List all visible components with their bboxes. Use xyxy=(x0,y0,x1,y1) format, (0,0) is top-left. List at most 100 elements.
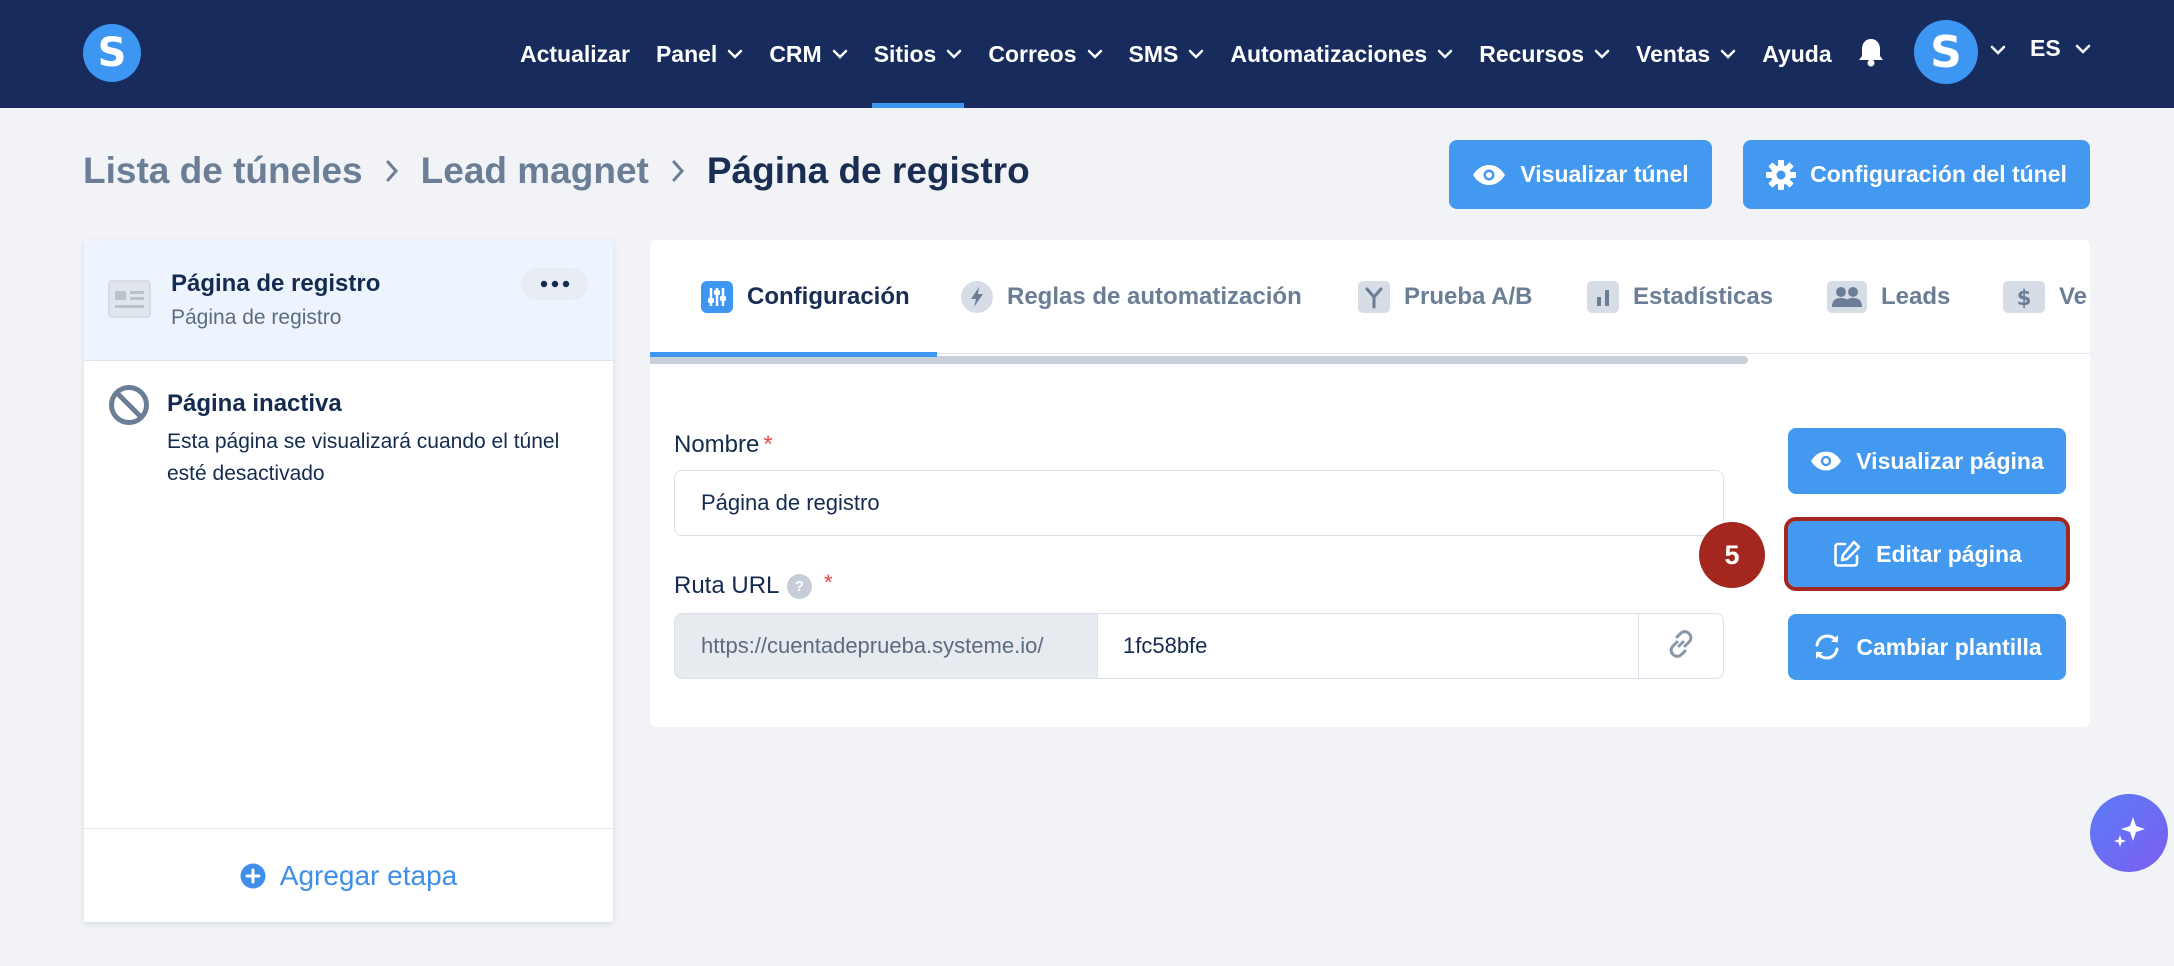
change-template-button[interactable]: Cambiar plantilla xyxy=(1788,614,2066,680)
url-slug-input[interactable]: 1fc58bfe xyxy=(1097,613,1639,679)
nav-item-ventas[interactable]: Ventas xyxy=(1636,0,1736,108)
preview-page-button[interactable]: Visualizar página xyxy=(1788,428,2066,494)
edit-icon xyxy=(1832,539,1862,569)
nav-item-ayuda[interactable]: Ayuda xyxy=(1762,0,1831,108)
step-item-registration[interactable]: Página de registro Página de registro xyxy=(84,240,613,361)
eye-icon xyxy=(1472,164,1506,186)
split-icon xyxy=(1358,281,1390,313)
ai-assistant-button[interactable] xyxy=(2090,794,2168,872)
add-step-label: Agregar etapa xyxy=(279,859,458,891)
nav-item-actualizar[interactable]: Actualizar xyxy=(520,0,630,108)
svg-text:$: $ xyxy=(2017,286,2032,310)
avatar-letter: S xyxy=(1930,26,1962,78)
page-settings-card: Configuración Reglas de automatización P… xyxy=(650,240,2090,727)
logo[interactable]: S xyxy=(83,24,141,82)
chevron-down-icon xyxy=(1087,49,1103,59)
tab-leads-label: Leads xyxy=(1881,283,1951,310)
tab-statistics[interactable]: Estadísticas xyxy=(1587,240,1773,354)
edit-page-label: Editar página xyxy=(1876,540,2022,567)
required-mark: * xyxy=(824,570,833,595)
chevron-down-icon xyxy=(1188,49,1204,59)
chevron-down-icon xyxy=(832,49,848,59)
top-navigation: S Actualizar Panel CRM Sitios Correos SMS Auto… xyxy=(0,0,2174,108)
preview-funnel-label: Visualizar túnel xyxy=(1520,161,1689,187)
tab-sales[interactable]: $ Ve xyxy=(2003,240,2087,354)
breadcrumb-funnel[interactable]: Lead magnet xyxy=(421,150,649,192)
tab-statistics-label: Estadísticas xyxy=(1633,283,1774,310)
chevron-right-icon xyxy=(671,159,685,183)
nav-item-panel[interactable]: Panel xyxy=(656,0,743,108)
edit-page-button[interactable]: Editar página xyxy=(1784,517,2070,591)
language-selector[interactable]: ES xyxy=(2030,0,2091,97)
nav-item-recursos[interactable]: Recursos xyxy=(1479,0,1610,108)
copy-link-button[interactable] xyxy=(1638,613,1724,679)
inactive-page-title[interactable]: Página inactiva xyxy=(167,390,342,418)
chevron-down-icon xyxy=(2075,44,2091,54)
nav-item-label: CRM xyxy=(769,40,822,67)
required-mark: * xyxy=(763,431,773,458)
chevron-down-icon[interactable] xyxy=(1990,42,2006,60)
name-label-text: Nombre xyxy=(674,431,760,458)
sliders-icon xyxy=(701,281,733,313)
preview-funnel-button[interactable]: Visualizar túnel xyxy=(1449,140,1712,209)
tab-scrollbar[interactable] xyxy=(650,356,1748,364)
name-label: Nombre * xyxy=(674,431,773,459)
nav-item-crm[interactable]: CRM xyxy=(769,0,847,108)
logo-letter: S xyxy=(97,30,127,76)
url-label-text: Ruta URL xyxy=(674,572,780,599)
change-template-label: Cambiar plantilla xyxy=(1856,633,2042,660)
tab-leads[interactable]: Leads xyxy=(1827,240,1950,354)
bell-icon[interactable] xyxy=(1856,36,1886,68)
preview-page-label: Visualizar página xyxy=(1856,447,2044,474)
active-tab-indicator xyxy=(650,352,937,357)
nav-item-label: Panel xyxy=(655,40,718,67)
step-subtitle: Página de registro xyxy=(171,306,342,329)
url-label: Ruta URL xyxy=(674,572,779,600)
page-title: Página de registro xyxy=(706,150,1030,191)
tab-bar: Configuración Reglas de automatización P… xyxy=(650,240,2090,364)
url-slug-value: 1fc58bfe xyxy=(1123,633,1208,658)
add-step-button[interactable]: Agregar etapa xyxy=(84,828,613,922)
bar-chart-icon xyxy=(1587,281,1619,313)
gear-icon xyxy=(1766,159,1797,190)
chevron-down-icon xyxy=(1594,49,1610,59)
nav-item-sitios[interactable]: Sitios xyxy=(871,0,964,108)
name-input-value: Página de registro xyxy=(701,490,880,515)
nav-item-correos[interactable]: Correos xyxy=(988,0,1102,108)
chevron-down-icon xyxy=(1720,49,1736,59)
chevron-down-icon xyxy=(727,49,743,59)
language-label: ES xyxy=(2030,35,2061,61)
nav-item-label: Recursos xyxy=(1479,40,1585,67)
tab-sales-label: Ve xyxy=(2059,283,2088,310)
nav-menu: Actualizar Panel CRM Sitios Correos SMS Automa… xyxy=(520,0,1858,108)
tab-configuration-label: Configuración xyxy=(747,283,910,310)
tab-ab-test[interactable]: Prueba A/B xyxy=(1358,240,1532,354)
chevron-down-icon xyxy=(1437,49,1453,59)
tab-ab-test-label: Prueba A/B xyxy=(1404,283,1533,310)
avatar[interactable]: S xyxy=(1914,20,1978,84)
disabled-icon xyxy=(108,384,150,426)
refresh-icon xyxy=(1812,632,1842,662)
page-thumbnail-icon xyxy=(108,277,151,320)
chevron-right-icon xyxy=(385,159,399,183)
breadcrumb: Lista de túneles Lead magnet Página de r… xyxy=(83,150,1030,192)
funnel-steps-panel: Página de registro Página de registro Pá… xyxy=(84,240,613,922)
dollar-icon: $ xyxy=(2003,281,2045,313)
tab-automation-rules-label: Reglas de automatización xyxy=(1007,283,1302,310)
nav-item-label: SMS xyxy=(1128,40,1179,67)
nav-item-sms[interactable]: SMS xyxy=(1129,0,1205,108)
nav-item-label: Sitios xyxy=(873,40,937,67)
step-number-badge: 5 xyxy=(1699,522,1765,588)
nav-item-label: Automatizaciones xyxy=(1230,40,1428,67)
nav-item-automatizaciones[interactable]: Automatizaciones xyxy=(1230,0,1453,108)
funnel-settings-button[interactable]: Configuración del túnel xyxy=(1743,140,2090,209)
plus-circle-icon xyxy=(240,863,266,889)
breadcrumb-funnels[interactable]: Lista de túneles xyxy=(83,150,363,192)
users-icon xyxy=(1827,281,1867,313)
tab-automation-rules[interactable]: Reglas de automatización xyxy=(961,240,1302,354)
help-icon[interactable]: ? xyxy=(787,574,812,599)
more-options-button[interactable] xyxy=(521,268,588,300)
name-input[interactable]: Página de registro xyxy=(674,470,1724,536)
tab-configuration[interactable]: Configuración xyxy=(701,240,910,354)
nav-item-label: Ayuda xyxy=(1762,40,1832,67)
